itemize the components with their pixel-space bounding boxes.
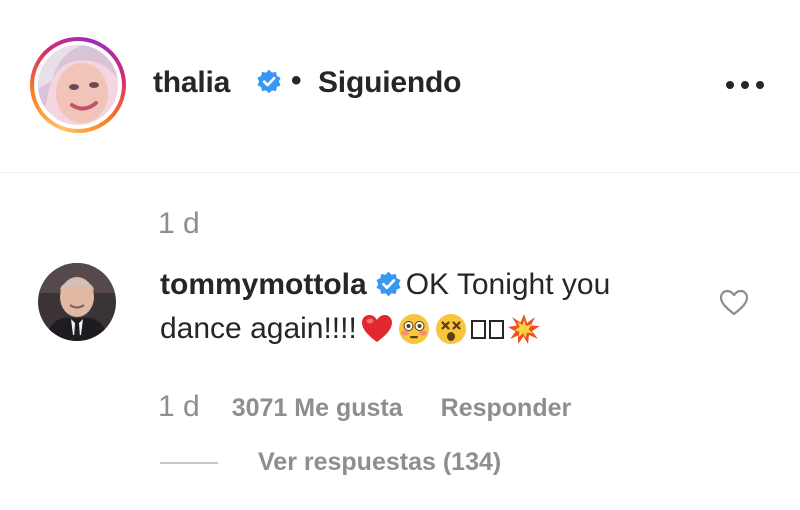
comment-meta: 1 d 3071 Me gusta Responder: [158, 390, 571, 424]
commenter-avatar[interactable]: [38, 263, 116, 341]
instagram-post-comments: thalia • Siguiendo 1 d tommymottola OK T…: [0, 0, 800, 510]
verified-badge-icon: [257, 69, 281, 94]
avatar-photo: [38, 45, 118, 125]
view-replies-label: Ver respuestas (134): [258, 448, 502, 476]
following-button[interactable]: Siguiendo: [318, 66, 461, 100]
header-separator: •: [291, 64, 302, 97]
verified-badge-icon: [376, 271, 401, 297]
reply-button[interactable]: Responder: [441, 394, 572, 423]
replies-divider: [160, 461, 218, 464]
comment-text-line-1: tommymottola OK Tonight you: [160, 268, 610, 302]
unrendered-glyph-box-icon: [470, 319, 486, 339]
heart-outline-icon[interactable]: [718, 287, 750, 317]
caption-timestamp: 1 d: [158, 207, 200, 240]
commenter-photo: [38, 263, 116, 341]
avatar-frame: [34, 41, 122, 129]
story-ring[interactable]: [30, 37, 126, 133]
comment-timestamp: 1 d: [158, 390, 200, 423]
post-header: thalia • Siguiendo: [0, 0, 800, 173]
unrendered-glyph-box-icon: [488, 319, 504, 339]
likes-count-button[interactable]: 3071 Me gusta: [232, 394, 403, 423]
avatar[interactable]: [38, 45, 118, 125]
header-username[interactable]: thalia: [153, 66, 230, 100]
view-replies-button[interactable]: Ver respuestas (134): [160, 448, 501, 477]
collision-icon: [507, 312, 541, 346]
comment-text-line-2: dance again!!!!: [160, 312, 541, 346]
dizzy-face-icon: [434, 312, 468, 346]
flushed-face-icon: [397, 312, 431, 346]
comment-body-start: OK Tonight you: [405, 268, 611, 301]
more-horizontal-icon[interactable]: [722, 70, 768, 100]
comment-body-end: dance again!!!!: [160, 312, 357, 345]
red-heart-icon: [360, 312, 394, 346]
comment-username[interactable]: tommymottola: [160, 268, 367, 301]
